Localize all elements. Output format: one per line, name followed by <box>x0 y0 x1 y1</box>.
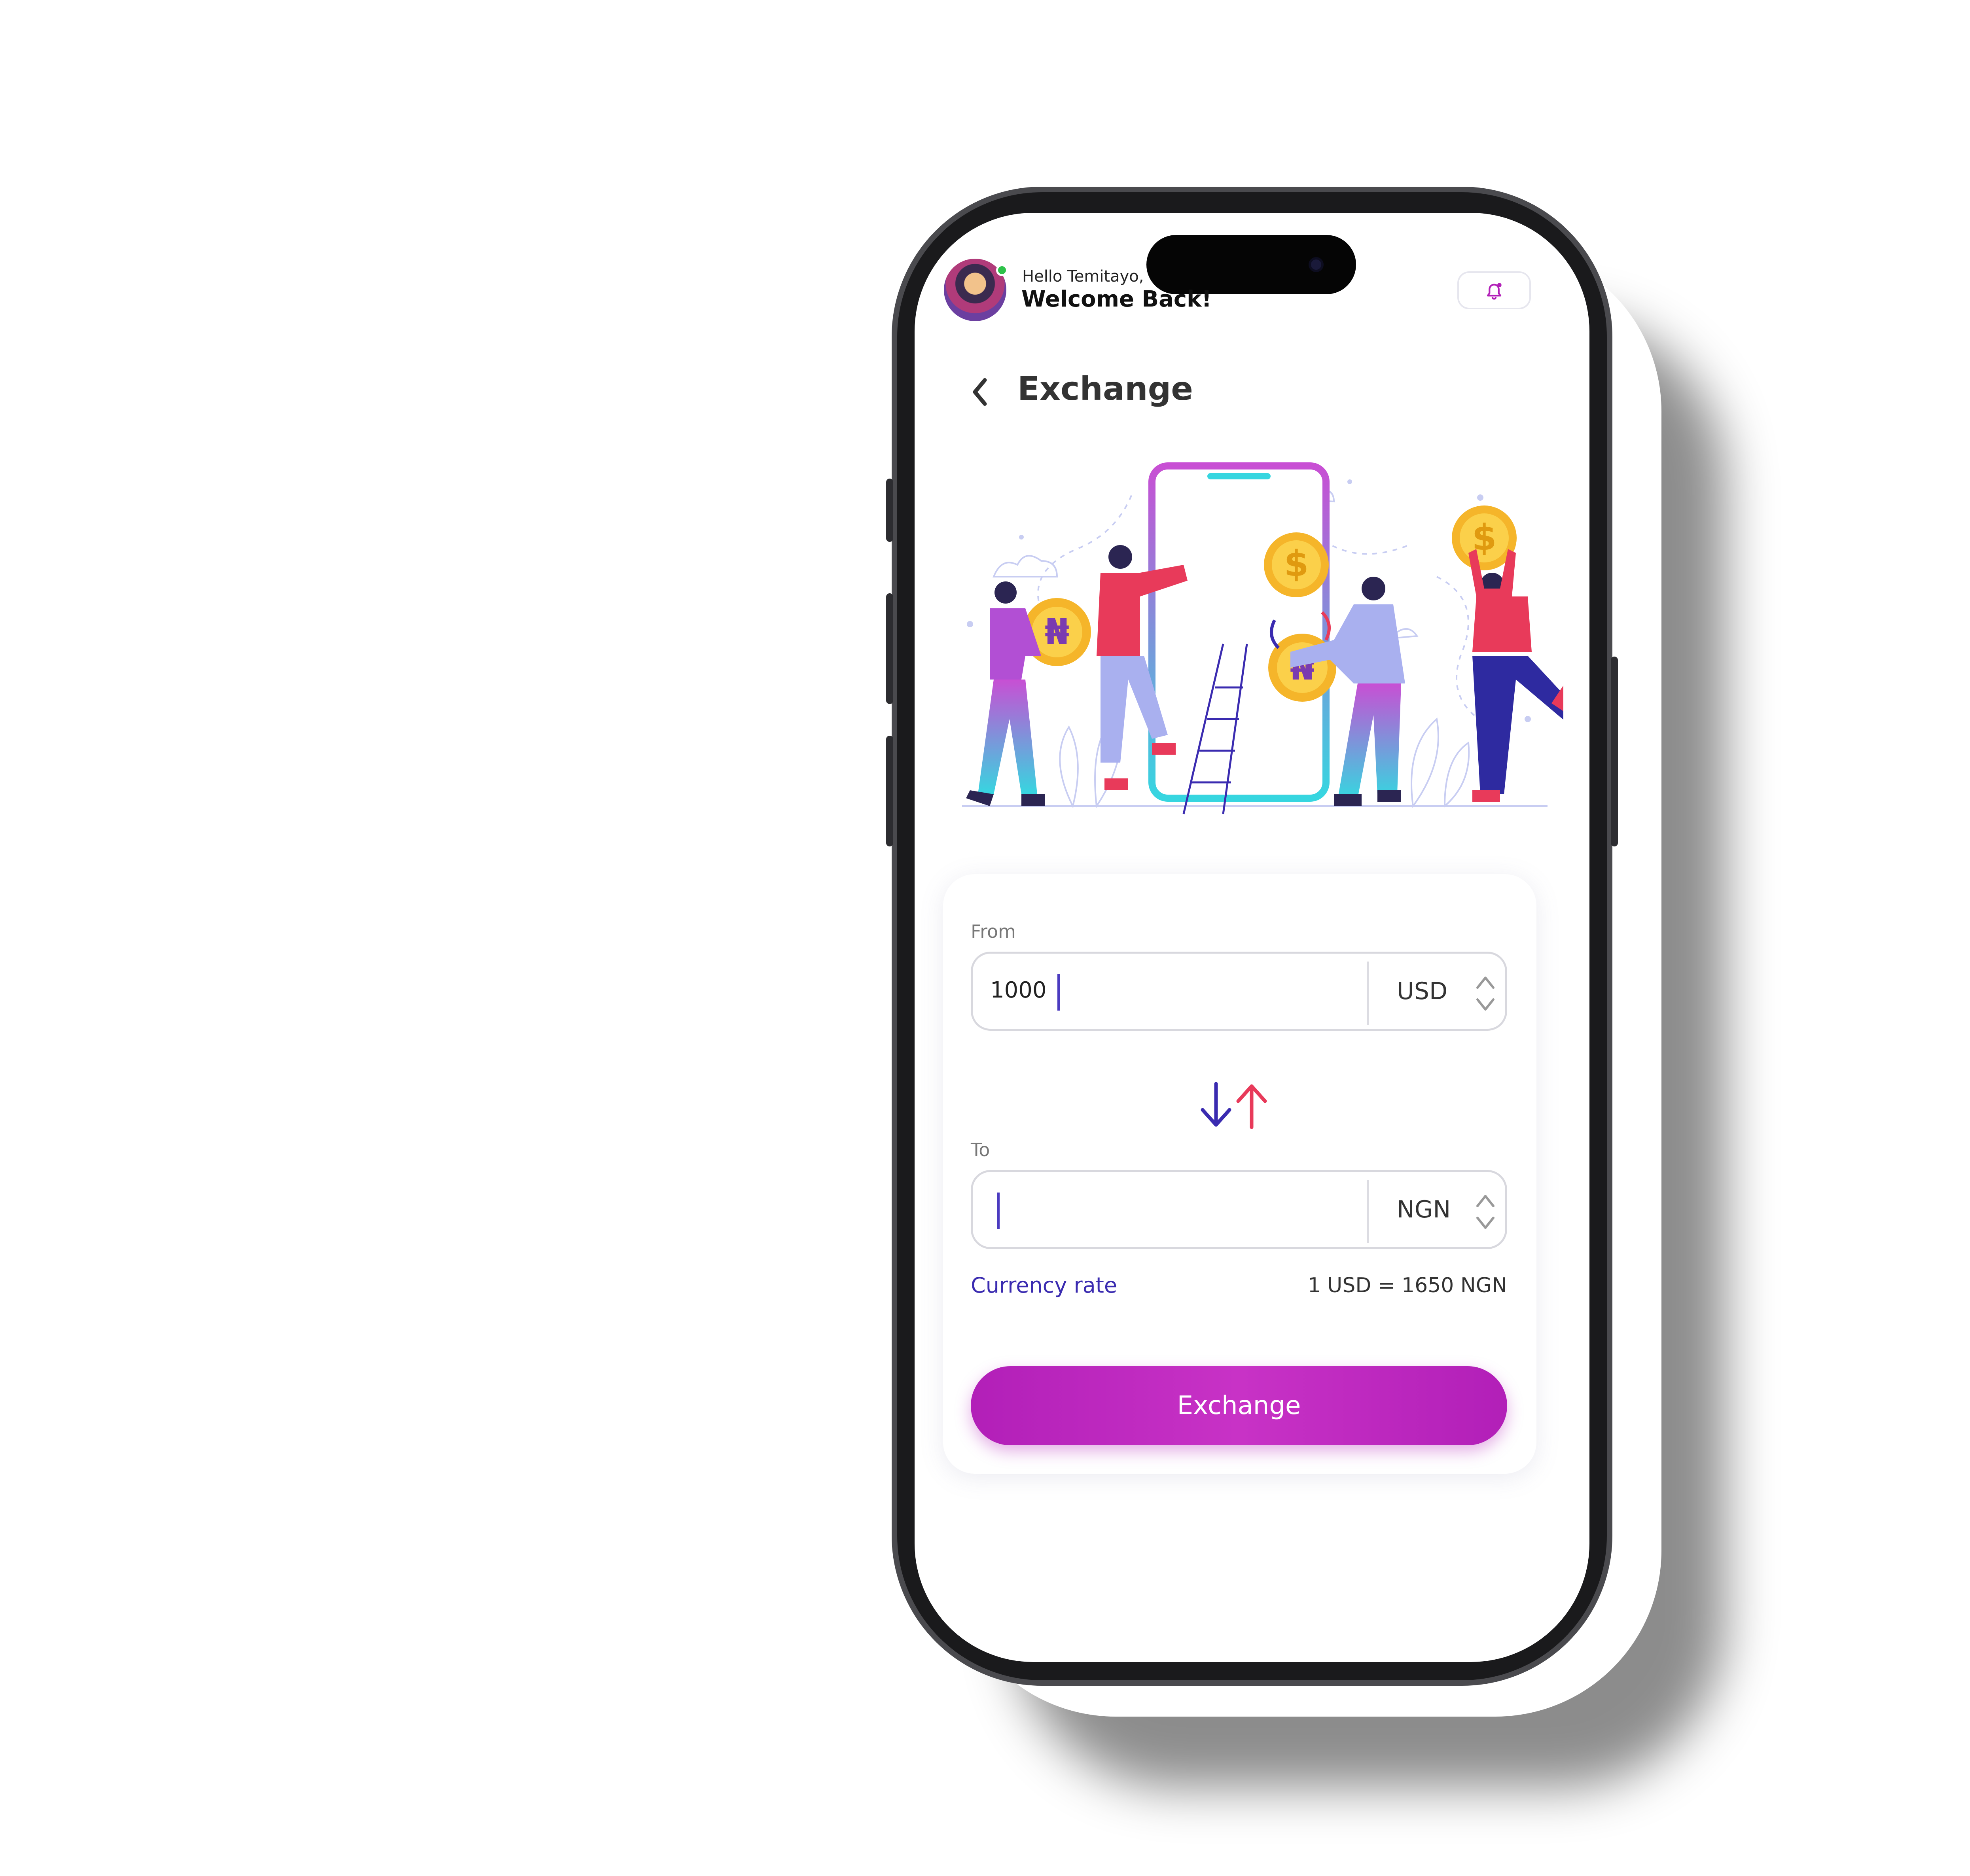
camera-icon <box>1309 257 1324 272</box>
currency-rate-value: 1 USD = 1650 NGN <box>1307 1274 1507 1297</box>
svg-text:₦: ₦ <box>1045 611 1070 653</box>
back-button[interactable] <box>966 374 994 410</box>
welcome-text: Welcome Back! <box>1021 286 1212 312</box>
online-status-dot <box>996 264 1008 276</box>
action-button <box>886 479 893 542</box>
arrow-up-icon <box>1236 1084 1267 1129</box>
currency-rate-label: Currency rate <box>971 1273 1118 1298</box>
to-currency-select[interactable]: NGN <box>1397 1196 1451 1223</box>
arrow-down-icon <box>1201 1082 1231 1127</box>
from-label: From <box>971 921 1016 942</box>
from-amount-field[interactable]: 1000 USD <box>971 952 1507 1031</box>
bell-icon <box>1487 283 1502 300</box>
volume-up-button <box>886 593 893 704</box>
svg-text:$: $ <box>1284 543 1309 585</box>
exchange-illustration: $ ₦ ₦ $ <box>962 462 1563 814</box>
field-divider <box>1367 1180 1369 1243</box>
text-caret <box>997 1193 1000 1229</box>
power-button <box>1611 657 1618 846</box>
swap-currencies-button[interactable] <box>1188 1076 1275 1135</box>
to-amount-field[interactable]: NGN <box>971 1170 1507 1249</box>
page-title: Exchange <box>1017 370 1193 408</box>
dynamic-island <box>1146 235 1356 294</box>
field-divider <box>1367 962 1369 1025</box>
chevron-left-icon <box>973 378 987 406</box>
from-amount-input[interactable]: 1000 <box>990 977 1047 1003</box>
chevron-updown-icon[interactable] <box>1474 1190 1497 1234</box>
volume-down-button <box>886 736 893 846</box>
to-label: To <box>971 1139 990 1160</box>
chevron-updown-icon[interactable] <box>1474 972 1497 1015</box>
exchange-button[interactable]: Exchange <box>971 1366 1507 1445</box>
greeting-text: Hello Temitayo, <box>1022 267 1144 286</box>
exchange-card: From 1000 USD To NGN Currency rate 1 USD… <box>943 874 1536 1474</box>
text-caret <box>1057 974 1060 1011</box>
notifications-button[interactable] <box>1457 271 1531 309</box>
from-currency-select[interactable]: USD <box>1397 977 1447 1005</box>
